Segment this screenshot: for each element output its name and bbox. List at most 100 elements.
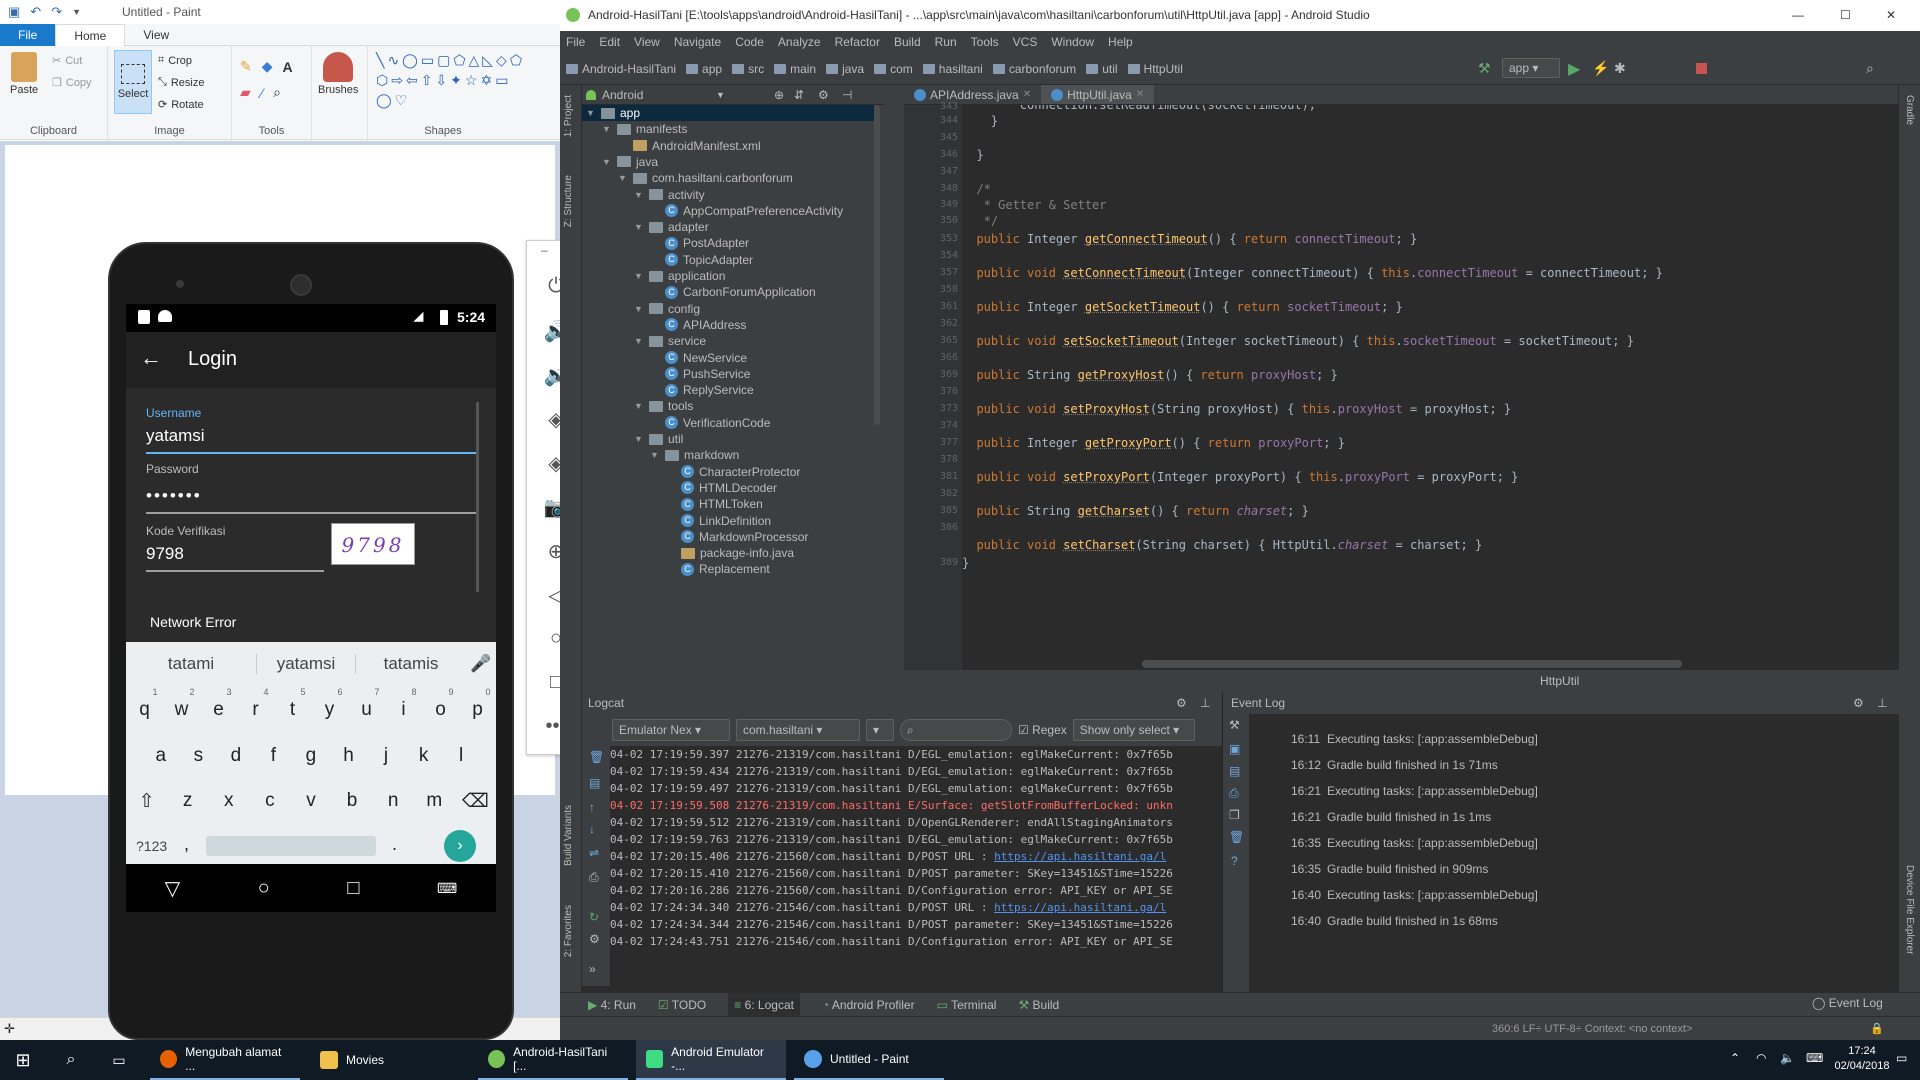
hide-panel-icon[interactable]: ⊥ <box>1877 692 1887 714</box>
tree-item[interactable]: AndroidManifest.xml <box>582 138 874 154</box>
tree-item[interactable]: ▼ activity <box>582 187 874 203</box>
rounded-rect-shape-icon[interactable]: ▢ <box>437 52 450 69</box>
save-icon[interactable]: ▣ <box>8 4 20 20</box>
expand-arrow-icon[interactable]: ▼ <box>634 333 644 349</box>
search-button[interactable]: ⌕ <box>48 1040 94 1080</box>
menu-refactor[interactable]: Refactor <box>835 31 880 53</box>
key-v[interactable]: v <box>296 790 326 813</box>
rotate-button[interactable]: ⟳ Rotate <box>158 98 204 112</box>
hide-icon[interactable]: ⊣ <box>842 85 852 105</box>
taskbar-movies[interactable]: Movies <box>310 1040 470 1080</box>
menu-file[interactable]: File <box>566 31 585 53</box>
tree-item[interactable]: C TopicAdapter <box>582 252 874 268</box>
arrow-down-shape-icon[interactable]: ⇩ <box>435 72 447 89</box>
eraser-icon[interactable]: ▰ <box>240 84 251 101</box>
tool-tab-1[interactable]: ☑ TODO <box>658 993 706 1016</box>
minimize-icon[interactable]: – <box>541 243 548 257</box>
backspace-icon[interactable]: ⌫ <box>460 790 490 813</box>
menu-vcs[interactable]: VCS <box>1013 31 1038 53</box>
favorites-tool-button[interactable]: 2: Favorites <box>563 905 574 957</box>
collapse-icon[interactable]: ⇵ <box>794 85 804 105</box>
star5-shape-icon[interactable]: ☆ <box>465 72 478 89</box>
arrow-right-shape-icon[interactable]: ⇨ <box>391 72 403 89</box>
breadcrumb-item[interactable]: Android-HasilTani <box>566 62 676 76</box>
tab-home[interactable]: Home <box>55 24 126 46</box>
log-line[interactable]: 04-02 17:19:59.508 21276-21319/com.hasil… <box>610 797 1210 814</box>
key-o[interactable]: o9 <box>426 687 456 721</box>
breadcrumb-item[interactable]: com <box>874 62 913 76</box>
key-k[interactable]: k <box>409 745 439 767</box>
key-n[interactable]: n <box>378 790 408 813</box>
comma-key[interactable]: , <box>184 834 189 855</box>
tree-item[interactable]: C CharacterProtector <box>582 464 874 480</box>
log-url-link[interactable]: https://api.hasiltani.ga/l <box>994 901 1166 914</box>
key-a[interactable]: a <box>146 745 176 767</box>
hammer-icon[interactable]: ⚒ <box>1478 60 1491 77</box>
log-line[interactable]: 04-02 17:20:16.286 21276-21560/com.hasil… <box>610 882 1210 899</box>
menu-analyze[interactable]: Analyze <box>778 31 821 53</box>
rect-shape-icon[interactable]: ▭ <box>421 52 434 69</box>
editor-h-scrollbar[interactable] <box>1142 660 1682 668</box>
device-file-explorer-button[interactable]: Device File Explorer <box>1904 865 1915 954</box>
log-level-dropdown[interactable]: ▾ <box>866 719 894 741</box>
network-icon[interactable]: ◠ <box>1756 1051 1766 1065</box>
callout-shape-icon[interactable]: ▭ <box>495 72 508 89</box>
tool-tab-5[interactable]: ⚒ Build <box>1018 993 1059 1016</box>
pencil-icon[interactable]: ✎ <box>240 58 252 75</box>
project-view-selector[interactable]: Android <box>602 88 643 102</box>
nav-back-icon[interactable]: ▽ <box>165 876 180 901</box>
breadcrumb-item[interactable]: app <box>686 62 722 76</box>
tree-item[interactable]: C APIAddress <box>582 317 874 333</box>
breadcrumb-item[interactable]: HttpUtil <box>1127 62 1183 76</box>
menu-view[interactable]: View <box>634 31 660 53</box>
window-close-icon[interactable]: ✕ <box>1886 0 1896 31</box>
notifications-icon[interactable]: ▭ <box>1896 1051 1907 1065</box>
expand-arrow-icon[interactable]: ▼ <box>602 121 612 137</box>
key-y[interactable]: y6 <box>315 687 345 721</box>
form-scrollbar[interactable] <box>476 402 479 592</box>
chevron-down-icon[interactable]: ▼ <box>72 7 81 17</box>
password-input[interactable]: ••••••• <box>146 486 202 506</box>
chevron-down-icon[interactable]: ▼ <box>716 85 725 105</box>
tool-tab-3[interactable]: ◔ Android Profiler <box>822 993 915 1016</box>
shapes-gallery[interactable]: ╲ ∿ ◯ ▭ ▢ ⬠ △ ◺ ◇ ⬠ ⬡ ⇨ ⇦ ⇧ ⇩ ✦ ☆ ✡ ▭ ◯ ♡ <box>376 52 526 109</box>
restart-icon[interactable]: ↻ <box>589 910 599 924</box>
key-t[interactable]: t5 <box>278 687 308 721</box>
tree-item[interactable]: ▼ config <box>582 301 874 317</box>
tab-apiaddress[interactable]: APIAddress.java ✕ <box>904 85 1041 104</box>
menu-code[interactable]: Code <box>735 31 764 53</box>
clear-log-icon[interactable]: 🗑 <box>589 750 604 764</box>
tree-item[interactable]: C AppCompatPreferenceActivity <box>582 203 874 219</box>
key-g[interactable]: g <box>296 745 326 767</box>
arrow-left-shape-icon[interactable]: ⇦ <box>406 72 418 89</box>
log-line[interactable]: 04-02 17:24:43.751 21276-21546/com.hasil… <box>610 933 1210 950</box>
breadcrumb-item[interactable]: src <box>732 62 764 76</box>
username-input[interactable]: yatamsi <box>146 426 205 446</box>
key-b[interactable]: b <box>337 790 367 813</box>
window-minimize-icon[interactable]: — <box>1792 0 1804 31</box>
tree-item[interactable]: ▼ service <box>582 333 874 349</box>
right-triangle-shape-icon[interactable]: ◺ <box>482 52 493 69</box>
tab-view[interactable]: View <box>125 24 187 46</box>
debug-icon[interactable]: ✱ <box>1614 60 1626 77</box>
diamond-shape-icon[interactable]: ◇ <box>496 52 507 69</box>
suggestion-3[interactable]: tatamis <box>356 654 466 674</box>
log-line[interactable]: 04-02 17:20:15.406 21276-21560/com.hasil… <box>610 848 1210 865</box>
run-config-dropdown[interactable]: app ▾ <box>1502 58 1560 78</box>
key-d[interactable]: d <box>221 745 251 767</box>
star4-shape-icon[interactable]: ✦ <box>450 72 462 89</box>
taskbar-emulator[interactable]: Android Emulator -... <box>636 1040 786 1080</box>
curve-shape-icon[interactable]: ∿ <box>387 52 399 69</box>
tree-item[interactable]: C CarbonForumApplication <box>582 284 874 300</box>
expand-arrow-icon[interactable]: ▼ <box>650 447 660 463</box>
code-editor[interactable]: connection.setReadTimeout(socketTimeout)… <box>962 105 1902 670</box>
tree-item[interactable]: C HTMLToken <box>582 496 874 512</box>
line-shape-icon[interactable]: ╲ <box>376 52 384 69</box>
build-variants-tool-button[interactable]: Build Variants <box>563 805 574 866</box>
fill-icon[interactable]: ◆ <box>262 58 273 75</box>
close-tab-icon[interactable]: ✕ <box>1023 85 1031 105</box>
redo-icon[interactable]: ↷ <box>51 4 62 20</box>
wrap-icon[interactable]: ⇌ <box>589 846 599 860</box>
tree-item[interactable]: C LinkDefinition <box>582 513 874 529</box>
text-icon[interactable]: A <box>283 59 293 75</box>
